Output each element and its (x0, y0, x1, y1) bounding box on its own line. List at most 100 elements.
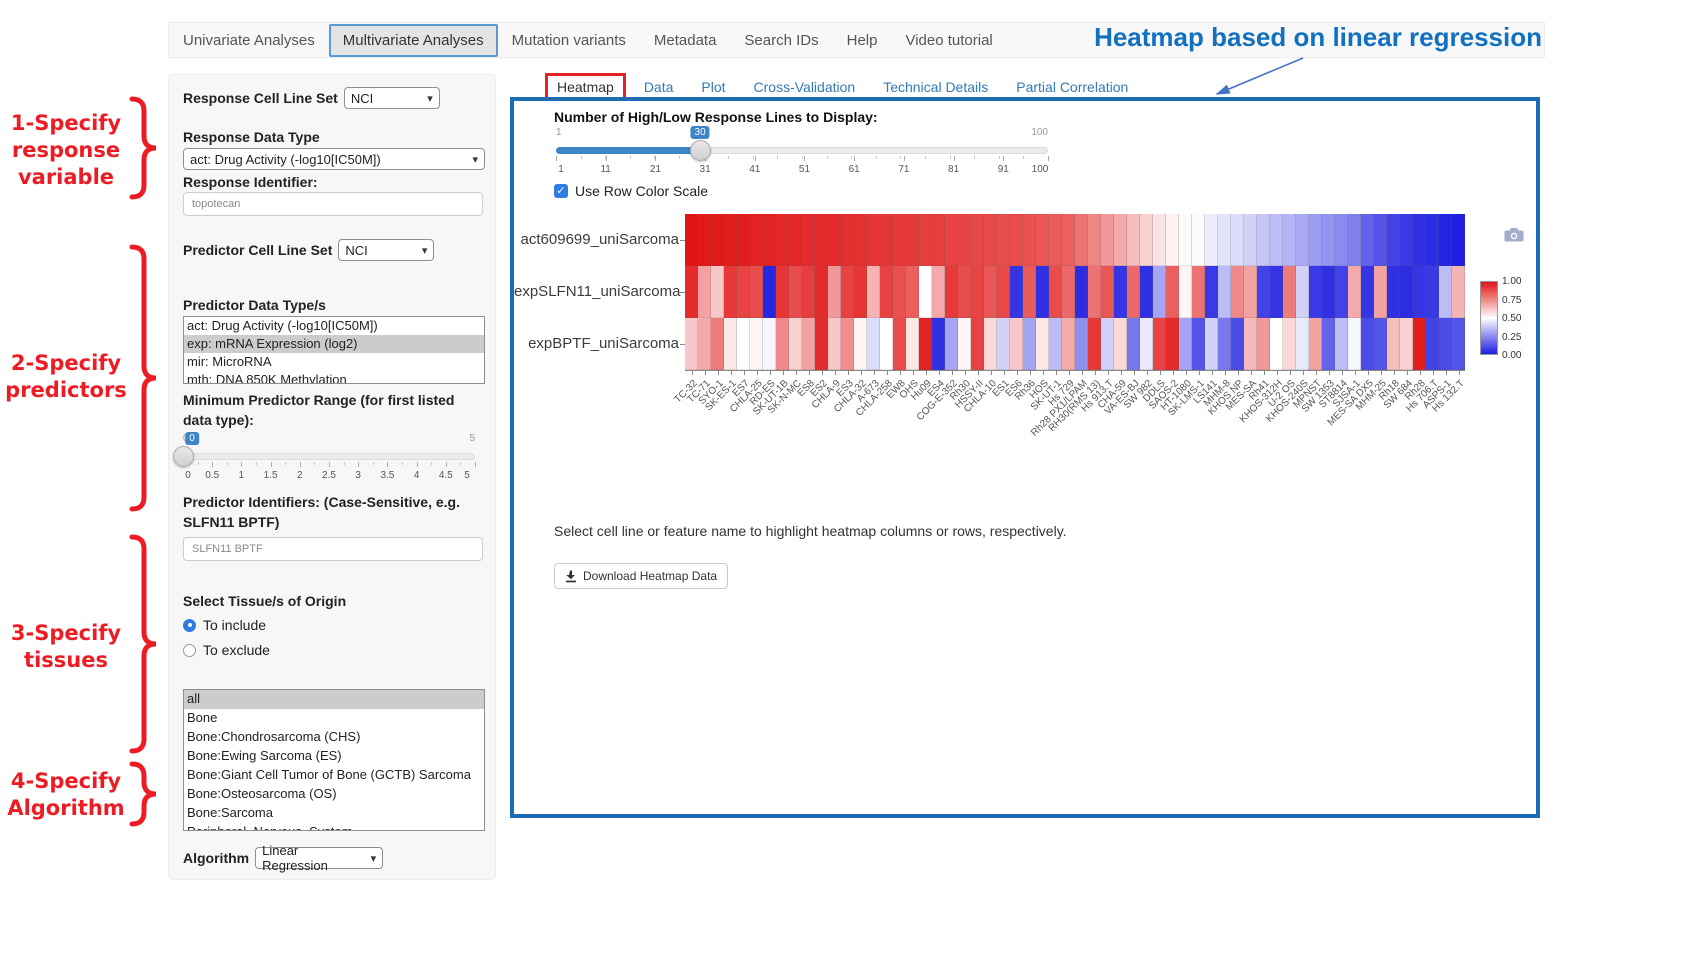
heatmap-row-label[interactable]: expBPTF_uniSarcoma (514, 335, 679, 352)
heatmap-cell[interactable] (1101, 266, 1114, 318)
tab-technical-details[interactable]: Technical Details (873, 75, 998, 99)
heatmap-cell[interactable] (1439, 318, 1452, 370)
heatmap-cell[interactable] (711, 318, 724, 370)
tab-partial-correlation[interactable]: Partial Correlation (1006, 75, 1138, 99)
heatmap-cell[interactable] (698, 318, 711, 370)
heatmap-cell[interactable] (1179, 214, 1192, 266)
heatmap-cell[interactable] (724, 214, 737, 266)
heatmap-cell[interactable] (958, 214, 971, 266)
heatmap-cell[interactable] (984, 214, 997, 266)
heatmap-cell[interactable] (867, 214, 880, 266)
nav-item-video-tutorial[interactable]: Video tutorial (891, 32, 1006, 49)
heatmap-cell[interactable] (789, 266, 802, 318)
heatmap-cell[interactable] (919, 214, 932, 266)
heatmap-cell[interactable] (685, 266, 698, 318)
heatmap-cell[interactable] (711, 266, 724, 318)
heatmap-cell[interactable] (1075, 214, 1088, 266)
heatmap-cell[interactable] (867, 266, 880, 318)
tissue-radio-to-exclude[interactable]: To exclude (183, 642, 270, 658)
heatmap-cell[interactable] (1322, 266, 1335, 318)
predictor-identifiers-input[interactable] (183, 537, 483, 561)
response-cell-line-set-select[interactable]: NCI ▾ (344, 87, 440, 109)
heatmap-cell[interactable] (997, 318, 1010, 370)
heatmap-cell[interactable] (776, 266, 789, 318)
heatmap-cell[interactable] (1218, 214, 1231, 266)
heatmap-cell[interactable] (1114, 318, 1127, 370)
min-predictor-range-slider[interactable]: 0500.511.522.533.544.550 (183, 433, 475, 485)
heatmap-cell[interactable] (1205, 318, 1218, 370)
heatmap-cell[interactable] (997, 214, 1010, 266)
download-heatmap-data-button[interactable]: Download Heatmap Data (554, 563, 728, 589)
heatmap-cell[interactable] (1335, 266, 1348, 318)
heatmap-cell[interactable] (854, 266, 867, 318)
heatmap-cell[interactable] (945, 266, 958, 318)
heatmap-cell[interactable] (1283, 318, 1296, 370)
nav-item-help[interactable]: Help (833, 32, 892, 49)
heatmap-cell[interactable] (1270, 266, 1283, 318)
heatmap-cell[interactable] (1140, 318, 1153, 370)
heatmap-cell[interactable] (1114, 214, 1127, 266)
heatmap-cell[interactable] (1400, 214, 1413, 266)
heatmap-cell[interactable] (1361, 214, 1374, 266)
heatmap-cell[interactable] (1244, 266, 1257, 318)
heatmap-cell[interactable] (1140, 214, 1153, 266)
heatmap-cell[interactable] (1426, 318, 1439, 370)
tissue-option-peripheral-nervous-system[interactable]: Peripheral_Nervous_System (184, 823, 484, 831)
heatmap-cell[interactable] (841, 318, 854, 370)
heatmap-cell[interactable] (1439, 266, 1452, 318)
heatmap-cell[interactable] (932, 266, 945, 318)
heatmap-cell[interactable] (880, 318, 893, 370)
heatmap-cell[interactable] (802, 266, 815, 318)
heatmap-cell[interactable] (1361, 318, 1374, 370)
tissue-option-bone-chondrosarcoma-chs[interactable]: Bone:Chondrosarcoma (CHS) (184, 728, 484, 747)
tissue-option-all[interactable]: all (184, 690, 484, 709)
heatmap-cell[interactable] (698, 214, 711, 266)
heatmap-cell[interactable] (789, 318, 802, 370)
heatmap-cell[interactable] (932, 318, 945, 370)
tissue-option-bone-sarcoma[interactable]: Bone:Sarcoma (184, 804, 484, 823)
heatmap-cell[interactable] (1387, 266, 1400, 318)
heatmap-cell[interactable] (1218, 318, 1231, 370)
heatmap-cell[interactable] (1192, 266, 1205, 318)
heatmap-cell[interactable] (867, 318, 880, 370)
tissue-option-bone-giant-cell-tumor-of-bone-gctb-sarcoma[interactable]: Bone:Giant Cell Tumor of Bone (GCTB) Sar… (184, 766, 484, 785)
response-identifier-input[interactable] (183, 192, 483, 216)
heatmap-cell[interactable] (971, 266, 984, 318)
heatmap-cell[interactable] (1140, 266, 1153, 318)
heatmap-cell[interactable] (1400, 318, 1413, 370)
heatmap-cell[interactable] (1088, 214, 1101, 266)
tissue-radio-to-include[interactable]: To include (183, 617, 270, 633)
response-lines-slider[interactable]: 1100111213141516171819110030 (556, 127, 1048, 179)
heatmap-cell[interactable] (1426, 214, 1439, 266)
nav-item-search-ids[interactable]: Search IDs (730, 32, 832, 49)
heatmap-cell[interactable] (685, 214, 698, 266)
heatmap-row-label[interactable]: expSLFN11_uniSarcoma (514, 283, 679, 300)
heatmap-cell[interactable] (1244, 214, 1257, 266)
heatmap-cell[interactable] (750, 214, 763, 266)
heatmap-cell[interactable] (1348, 266, 1361, 318)
heatmap-cell[interactable] (1348, 318, 1361, 370)
tissue-option-bone[interactable]: Bone (184, 709, 484, 728)
heatmap-cell[interactable] (763, 266, 776, 318)
heatmap-cell[interactable] (1088, 266, 1101, 318)
heatmap-cell[interactable] (1205, 214, 1218, 266)
heatmap-cell[interactable] (1348, 214, 1361, 266)
predictor-type-option-mth[interactable]: mth: DNA 850K Methylation (184, 371, 484, 384)
heatmap-cell[interactable] (1036, 266, 1049, 318)
heatmap-cell[interactable] (1010, 214, 1023, 266)
heatmap-cell[interactable] (880, 214, 893, 266)
predictor-cell-line-set-select[interactable]: NCI ▾ (338, 239, 434, 261)
heatmap-cell[interactable] (1218, 266, 1231, 318)
heatmap-cell[interactable] (1127, 214, 1140, 266)
heatmap-cell[interactable] (1036, 318, 1049, 370)
heatmap-cell[interactable] (1010, 266, 1023, 318)
heatmap-cell[interactable] (1192, 318, 1205, 370)
heatmap-cell[interactable] (1257, 318, 1270, 370)
nav-item-multivariate-analyses[interactable]: Multivariate Analyses (329, 24, 498, 57)
response-data-type-select[interactable]: act: Drug Activity (-log10[IC50M]) ▾ (183, 148, 485, 170)
heatmap-cell[interactable] (893, 266, 906, 318)
heatmap-cell[interactable] (958, 266, 971, 318)
heatmap-cell[interactable] (906, 266, 919, 318)
heatmap-cell[interactable] (1049, 266, 1062, 318)
heatmap-cell[interactable] (854, 318, 867, 370)
